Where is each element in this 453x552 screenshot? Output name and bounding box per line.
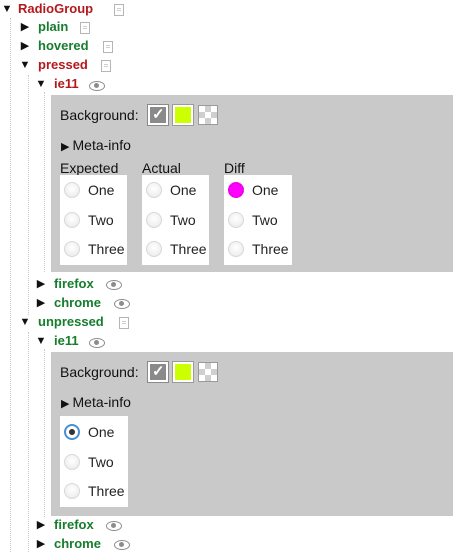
tree-node-hovered[interactable]: hovered — [38, 38, 89, 54]
eye-icon[interactable] — [105, 520, 123, 532]
tree-node-unpressed[interactable]: unpressed — [38, 314, 104, 330]
background-swatch-lime[interactable] — [172, 361, 194, 383]
diff-screenshot: One Two Three — [224, 175, 292, 265]
collapse-arrow-icon: ▶ — [61, 141, 73, 153]
collapse-arrow-icon[interactable]: ▶ — [35, 518, 47, 532]
copy-icon[interactable] — [101, 60, 111, 72]
collapse-arrow-icon[interactable]: ▶ — [19, 20, 31, 34]
radio-option[interactable]: One — [60, 175, 127, 203]
eye-icon[interactable] — [113, 298, 131, 310]
actual-header: Actual — [142, 160, 181, 176]
screenshot: One Two Three — [60, 416, 128, 507]
meta-info-label: Meta-info — [72, 394, 131, 410]
expected-screenshot: One Two Three — [60, 175, 127, 265]
tree-node-pressed[interactable]: pressed — [38, 57, 88, 73]
radio-label: Three — [88, 483, 125, 499]
radio-option[interactable]: Two — [224, 205, 292, 233]
radio-option[interactable]: Three — [60, 476, 128, 504]
expand-arrow-icon[interactable]: ▼ — [1, 2, 13, 16]
eye-icon[interactable] — [105, 279, 123, 291]
eye-icon[interactable] — [113, 539, 131, 551]
collapse-arrow-icon: ▶ — [61, 398, 73, 410]
background-swatch-transparent[interactable] — [198, 362, 218, 382]
radio-button[interactable] — [228, 212, 244, 228]
radio-option[interactable]: One — [60, 417, 128, 445]
radio-option[interactable]: One — [142, 175, 209, 203]
background-swatch-gray[interactable]: ✓ — [147, 104, 169, 126]
background-swatch-lime[interactable] — [172, 104, 194, 126]
radio-button[interactable] — [146, 241, 162, 257]
expand-arrow-icon[interactable]: ▼ — [19, 58, 31, 72]
meta-info-label: Meta-info — [72, 137, 131, 153]
background-swatch-transparent[interactable] — [198, 105, 218, 125]
radio-label: Two — [88, 212, 114, 228]
eye-icon[interactable] — [88, 80, 106, 92]
radio-option[interactable]: Three — [224, 234, 292, 262]
radio-button[interactable] — [64, 182, 80, 198]
radio-option[interactable]: Two — [142, 205, 209, 233]
radio-label: Two — [252, 212, 278, 228]
radio-option[interactable]: One — [224, 175, 292, 203]
radio-button[interactable] — [64, 454, 80, 470]
tree-node-unpressed-ie11[interactable]: ie11 — [54, 333, 79, 349]
tree-guide-line — [10, 18, 11, 552]
radio-option[interactable]: Three — [60, 234, 127, 262]
eye-icon[interactable] — [88, 337, 106, 349]
copy-icon[interactable] — [80, 22, 90, 34]
expand-arrow-icon[interactable]: ▼ — [35, 77, 47, 91]
tree-node-plain[interactable]: plain — [38, 19, 68, 35]
tree-node-pressed-firefox[interactable]: firefox — [54, 276, 94, 292]
radio-button-checked[interactable] — [64, 424, 80, 440]
radio-button[interactable] — [64, 241, 80, 257]
radio-label: One — [88, 424, 115, 440]
radio-option[interactable]: Three — [142, 234, 209, 262]
background-label: Background: — [60, 364, 139, 380]
tree-node-pressed-chrome[interactable]: chrome — [54, 295, 101, 311]
tree-guide-line — [28, 332, 29, 552]
radio-button[interactable] — [64, 212, 80, 228]
radio-label: Two — [88, 454, 114, 470]
radio-button[interactable] — [64, 483, 80, 499]
actual-screenshot: One Two Three — [142, 175, 209, 265]
expected-header: Expected — [60, 160, 119, 176]
tree-node-pressed-ie11[interactable]: ie11 — [54, 76, 79, 92]
copy-icon[interactable] — [103, 41, 113, 53]
radio-label: Three — [88, 241, 125, 257]
tree-guide-line — [44, 92, 45, 272]
radio-option[interactable]: Two — [60, 205, 127, 233]
radio-label: One — [170, 182, 197, 198]
collapse-arrow-icon[interactable]: ▶ — [35, 537, 47, 551]
radio-button[interactable] — [228, 241, 244, 257]
background-swatch-gray[interactable]: ✓ — [147, 361, 169, 383]
background-label: Background: — [60, 107, 139, 123]
radio-label: Three — [252, 241, 289, 257]
expand-arrow-icon[interactable]: ▼ — [19, 315, 31, 329]
result-panel-pressed-ie11: Background: ✓ ▶ Meta-info Expected Actua… — [51, 95, 453, 272]
radio-button[interactable] — [228, 182, 244, 198]
radio-label: One — [252, 182, 279, 198]
collapse-arrow-icon[interactable]: ▶ — [35, 277, 47, 291]
radio-button[interactable] — [146, 212, 162, 228]
radio-option[interactable]: Two — [60, 447, 128, 475]
tree-node-radiogroup[interactable]: RadioGroup — [18, 1, 93, 17]
meta-info-toggle[interactable]: ▶ Meta-info — [61, 394, 131, 412]
copy-icon[interactable] — [119, 317, 129, 329]
radio-label: Two — [170, 212, 196, 228]
result-panel-unpressed-ie11: Background: ✓ ▶ Meta-info One Two Three — [51, 352, 453, 516]
meta-info-toggle[interactable]: ▶ Meta-info — [61, 137, 131, 155]
tree-node-unpressed-chrome[interactable]: chrome — [54, 536, 101, 552]
radio-label: Three — [170, 241, 207, 257]
radio-button[interactable] — [146, 182, 162, 198]
collapse-arrow-icon[interactable]: ▶ — [19, 39, 31, 53]
expand-arrow-icon[interactable]: ▼ — [35, 334, 47, 348]
collapse-arrow-icon[interactable]: ▶ — [35, 296, 47, 310]
diff-header: Diff — [224, 160, 245, 176]
copy-icon[interactable] — [114, 4, 124, 16]
tree-guide-line — [28, 75, 29, 315]
radio-label: One — [88, 182, 115, 198]
tree-guide-line — [44, 349, 45, 517]
tree-node-unpressed-firefox[interactable]: firefox — [54, 517, 94, 533]
